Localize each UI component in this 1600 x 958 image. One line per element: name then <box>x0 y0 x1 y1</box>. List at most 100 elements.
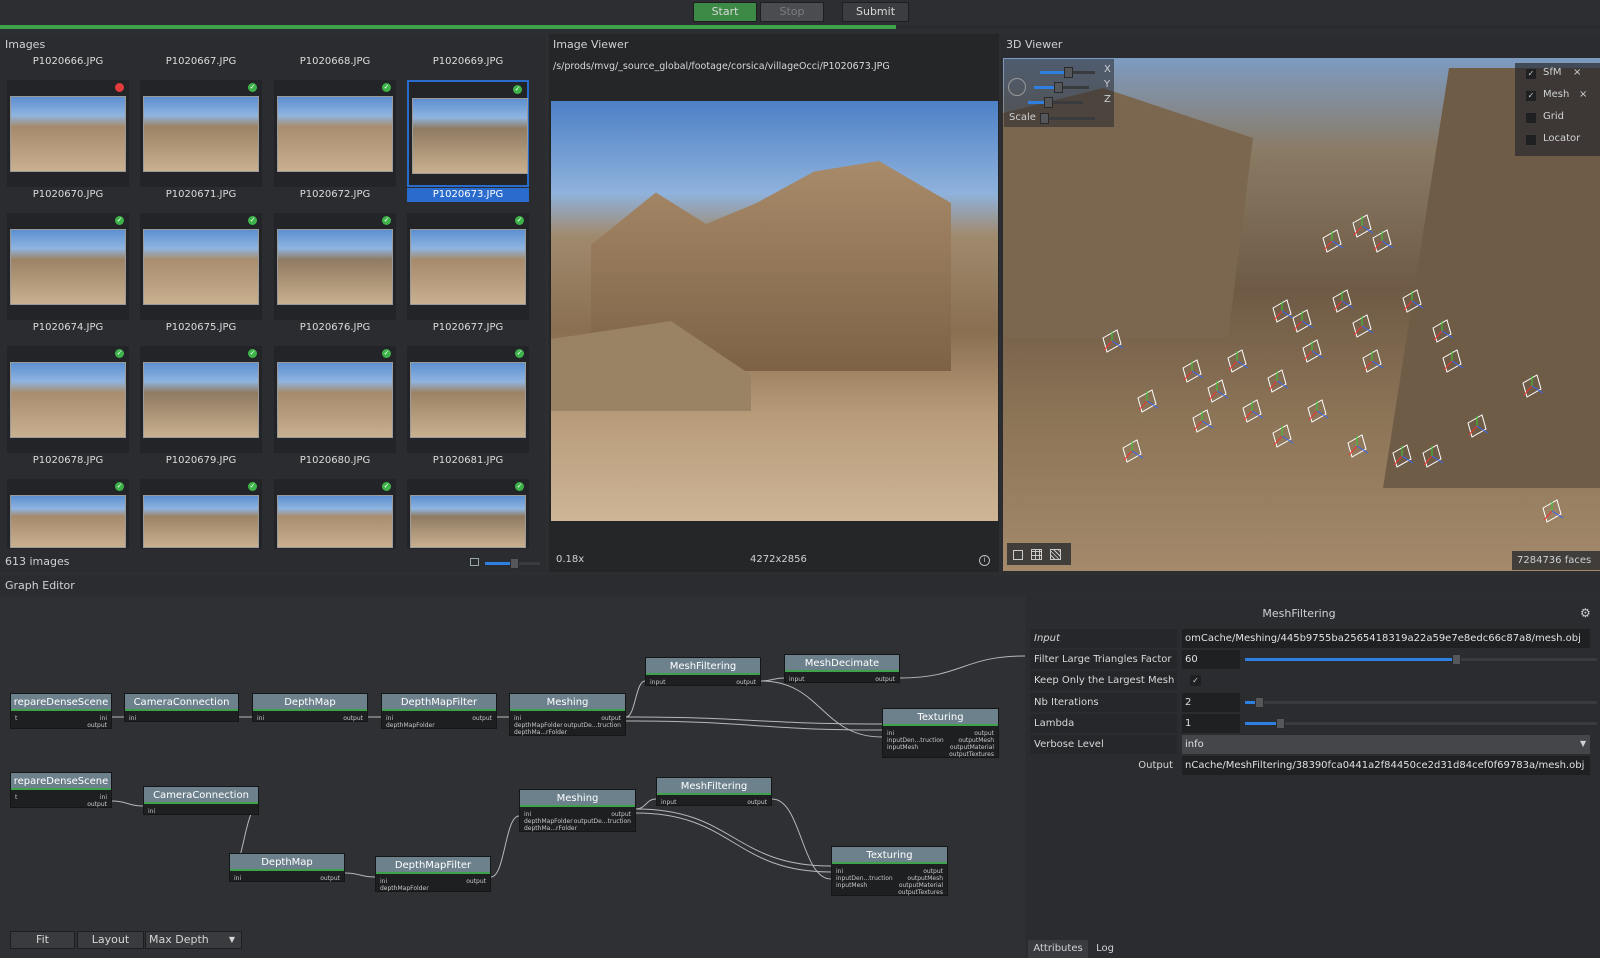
pin-out[interactable]: output <box>472 715 492 722</box>
close-icon[interactable]: × <box>1573 67 1581 78</box>
pin-in[interactable]: t <box>15 715 17 722</box>
pin-in[interactable]: ini <box>386 715 393 722</box>
pin-in[interactable]: ini <box>836 868 843 875</box>
node-texturing[interactable]: Texturing ini inputDen...truction inputMesh… <box>882 708 999 758</box>
pin-out[interactable]: outputDe...truction <box>564 722 621 729</box>
iterations-field[interactable]: 2 <box>1182 693 1240 712</box>
pin-in[interactable]: depthMapFolder <box>524 818 573 825</box>
output-field[interactable]: nCache/MeshFiltering/38390fca0441a2f8445… <box>1182 756 1590 775</box>
pin-out[interactable]: outputTextures <box>898 889 943 896</box>
pin-out[interactable]: output <box>320 875 340 882</box>
pin-in[interactable]: ini <box>148 808 155 815</box>
node-meshdecimate[interactable]: MeshDecimate input output <box>784 654 900 683</box>
pin-out[interactable]: output <box>466 878 486 885</box>
node-cameraconnection[interactable]: CameraConnection ini <box>143 786 259 815</box>
node-depthmapfilter[interactable]: DepthMapFilter ini depthMapFolder output <box>375 856 491 892</box>
thumbnail[interactable]: ✓ <box>140 479 262 549</box>
node-meshfiltering[interactable]: MeshFiltering input output <box>645 657 761 686</box>
pin-in[interactable]: inputMesh <box>887 744 918 751</box>
thumbnail[interactable]: ✓ <box>7 479 129 549</box>
pin-in[interactable]: input <box>789 676 804 683</box>
pin-in[interactable]: input <box>650 679 665 686</box>
node-meshing[interactable]: Meshing ini depthMapFolder depthMa...rFolde… <box>519 789 636 832</box>
scale-slider[interactable] <box>1040 113 1095 124</box>
pin-out[interactable]: outputMesh <box>958 737 994 744</box>
node-preparedensescene[interactable]: repareDenseScene t ini output <box>10 772 112 808</box>
pin-out[interactable]: ini <box>100 794 107 801</box>
pin-in[interactable]: ini <box>514 715 521 722</box>
pin-out[interactable]: output <box>601 715 621 722</box>
node-cameraconnection[interactable]: CameraConnection ini <box>124 693 239 722</box>
fit-button[interactable]: Fit <box>10 931 75 949</box>
layer-checkbox-locator[interactable] <box>1526 135 1536 145</box>
pin-out[interactable]: outputMaterial <box>950 744 994 751</box>
keep-checkbox[interactable]: ✓ <box>1190 675 1201 686</box>
pin-in[interactable]: depthMa...rFolder <box>514 729 567 736</box>
pin-in[interactable]: depthMapFolder <box>514 722 563 729</box>
node-depthmapfilter[interactable]: DepthMapFilter ini depthMapFolder output <box>381 693 497 729</box>
pin-out[interactable]: outputMesh <box>907 875 943 882</box>
pin-out[interactable]: outputMaterial <box>899 882 943 889</box>
pin-out[interactable]: output <box>736 679 756 686</box>
lambda-field[interactable]: 1 <box>1182 714 1240 733</box>
pin-in[interactable]: depthMa...rFolder <box>524 825 577 832</box>
layout-button[interactable]: Layout <box>77 931 144 949</box>
pin-out[interactable]: output <box>747 799 767 806</box>
tab-attributes[interactable]: Attributes <box>1028 940 1088 958</box>
layer-checkbox-sfm[interactable]: ✓ <box>1526 69 1536 79</box>
node-preparedensescene[interactable]: repareDenseScene t ini output <box>10 693 112 729</box>
pin-in[interactable]: ini <box>257 715 264 722</box>
thumbnail[interactable]: ✓ <box>407 479 529 549</box>
axis-slider-x[interactable] <box>1040 67 1095 78</box>
pin-in[interactable]: ini <box>234 875 241 882</box>
pin-in[interactable]: input <box>661 799 676 806</box>
filter-field[interactable]: 60 <box>1182 650 1240 669</box>
filter-slider[interactable] <box>1245 654 1597 665</box>
lambda-slider[interactable] <box>1245 718 1597 729</box>
iterations-slider[interactable] <box>1245 697 1597 708</box>
pin-out[interactable]: outputTextures <box>949 751 994 758</box>
max-depth-select[interactable]: Max Depth ▼ <box>145 931 242 949</box>
pin-out[interactable]: output <box>87 801 107 808</box>
thumb-size-slider[interactable] <box>485 558 540 569</box>
viewer3d-canvas[interactable] <box>1003 58 1600 571</box>
node-depthmap[interactable]: DepthMap ini output <box>252 693 368 722</box>
thumbnail[interactable]: ✓ <box>274 479 396 549</box>
pin-out[interactable]: output <box>611 811 631 818</box>
close-icon[interactable]: × <box>1579 89 1587 100</box>
pin-in[interactable]: depthMapFolder <box>380 885 429 892</box>
submit-button[interactable]: Submit <box>842 2 909 22</box>
pin-in[interactable]: ini <box>129 715 136 722</box>
pin-out[interactable]: output <box>343 715 363 722</box>
node-meshfiltering[interactable]: MeshFiltering input output <box>656 777 772 806</box>
pin-in[interactable]: inputDen...truction <box>887 737 944 744</box>
axis-slider-z[interactable] <box>1028 97 1083 108</box>
thumbnail[interactable]: ✓ <box>407 80 529 187</box>
main-photo[interactable] <box>551 101 998 521</box>
thumbnail[interactable]: ✓ <box>274 80 396 187</box>
gear-icon[interactable]: ⚙ <box>1580 606 1591 620</box>
start-button[interactable]: Start <box>693 2 757 22</box>
pin-in[interactable]: inputMesh <box>836 882 867 889</box>
pin-in[interactable]: t <box>15 794 17 801</box>
node-meshing[interactable]: Meshing ini depthMapFolder depthMa...rFolde… <box>509 693 626 736</box>
layer-checkbox-grid[interactable] <box>1526 113 1536 123</box>
layer-checkbox-mesh[interactable]: ✓ <box>1526 91 1536 101</box>
pin-in[interactable]: ini <box>887 730 894 737</box>
pin-in[interactable]: depthMapFolder <box>386 722 435 729</box>
info-icon[interactable]: i <box>979 555 990 566</box>
thumbnail[interactable]: ✓ <box>140 346 262 453</box>
input-field[interactable]: omCache/Meshing/445b9755ba2565418319a22a… <box>1182 629 1590 648</box>
thumbnail[interactable]: ✓ <box>7 213 129 320</box>
pin-in[interactable]: ini <box>524 811 531 818</box>
thumbnail[interactable]: ✓ <box>274 346 396 453</box>
pin-in[interactable]: inputDen...truction <box>836 875 893 882</box>
pin-out[interactable]: output <box>87 722 107 729</box>
thumbnail[interactable]: ✓ <box>407 213 529 320</box>
thumbnail[interactable]: ✓ <box>407 346 529 453</box>
thumbnail[interactable]: ✓ <box>140 80 262 187</box>
wireframe-icon[interactable] <box>1050 549 1061 560</box>
pin-out[interactable]: output <box>974 730 994 737</box>
grid-icon[interactable] <box>1031 549 1042 560</box>
pin-out[interactable]: output <box>923 868 943 875</box>
